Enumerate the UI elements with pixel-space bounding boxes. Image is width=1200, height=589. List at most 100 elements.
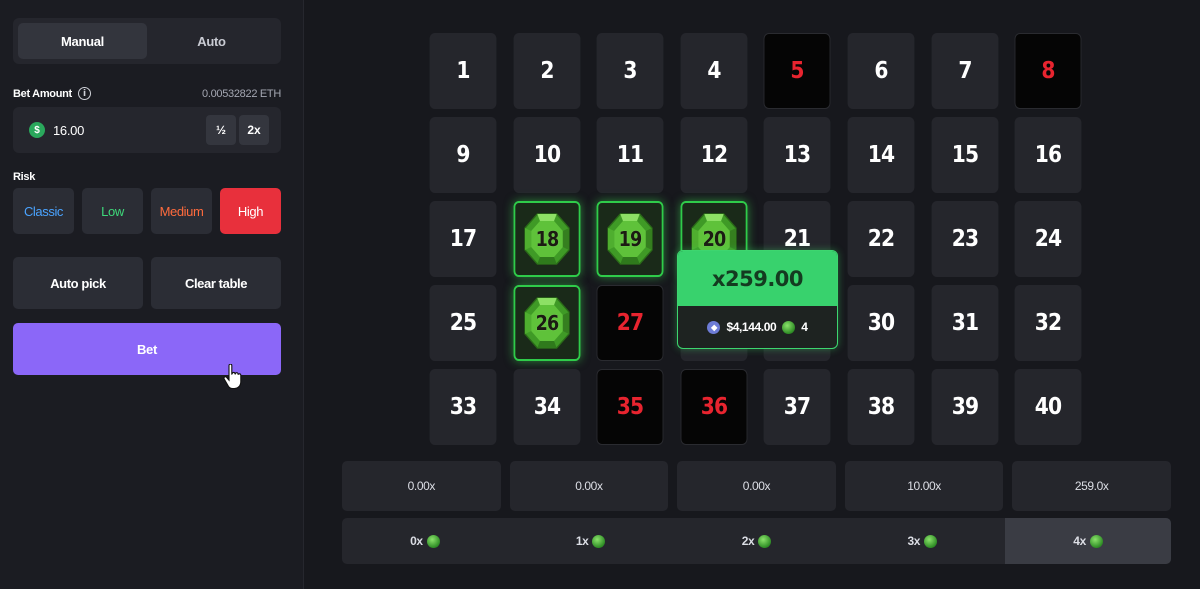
cell-number: 5 bbox=[790, 58, 805, 84]
hit-cell-1: 1x bbox=[508, 518, 674, 564]
gem-icon bbox=[592, 534, 606, 548]
board-cell-16[interactable]: 16 bbox=[1014, 117, 1082, 193]
board-cell-23[interactable]: 23 bbox=[931, 201, 999, 277]
cell-number: 32 bbox=[1034, 310, 1062, 336]
auto-pick-button[interactable]: Auto pick bbox=[13, 257, 143, 309]
board-cell-19[interactable]: 19 bbox=[596, 201, 664, 277]
eth-equivalent: 0.00532822 ETH bbox=[202, 87, 281, 100]
board-cell-33[interactable]: 33 bbox=[429, 369, 497, 445]
tooltip-details: ◆ $4,144.00 4 bbox=[678, 306, 837, 348]
board-cell-39[interactable]: 39 bbox=[931, 369, 999, 445]
clear-table-button[interactable]: Clear table bbox=[151, 257, 281, 309]
board-cell-35[interactable]: 35 bbox=[596, 369, 664, 445]
payout-table: 0.00x 0.00x 0.00x 10.00x 259.0x bbox=[342, 461, 1171, 511]
cell-number: 12 bbox=[700, 142, 728, 168]
hit-cell-4: 4x bbox=[1005, 518, 1171, 564]
half-bet-button[interactable]: ½ bbox=[206, 115, 236, 145]
cell-number: 4 bbox=[707, 58, 721, 84]
board-cell-27[interactable]: 27 bbox=[596, 285, 664, 361]
cell-number: 7 bbox=[957, 58, 972, 84]
board-cell-26[interactable]: 26 bbox=[513, 285, 581, 361]
board-cell-6[interactable]: 6 bbox=[847, 33, 915, 109]
risk-selector: Classic Low Medium High bbox=[13, 188, 281, 234]
board-cell-9[interactable]: 9 bbox=[429, 117, 497, 193]
payout-cell: 10.00x bbox=[844, 461, 1004, 511]
cell-number: 15 bbox=[951, 142, 978, 168]
board-cell-37[interactable]: 37 bbox=[763, 369, 831, 445]
bet-amount-value[interactable]: 16.00 bbox=[53, 123, 203, 138]
cell-number: 34 bbox=[533, 394, 560, 420]
board-cell-40[interactable]: 40 bbox=[1014, 369, 1082, 445]
gem-icon bbox=[758, 534, 772, 548]
board-cell-2[interactable]: 2 bbox=[513, 33, 581, 109]
double-bet-button[interactable]: 2x bbox=[239, 115, 269, 145]
board-cell-18[interactable]: 18 bbox=[513, 201, 581, 277]
cell-number: 13 bbox=[784, 142, 811, 168]
gem-icon bbox=[1089, 534, 1103, 548]
risk-classic-button[interactable]: Classic bbox=[13, 188, 74, 234]
cell-number: 26 bbox=[535, 311, 559, 335]
hit-label: 2x bbox=[741, 534, 755, 548]
board-cell-12[interactable]: 12 bbox=[680, 117, 748, 193]
board-cell-38[interactable]: 38 bbox=[847, 369, 915, 445]
cell-number: 1 bbox=[456, 58, 470, 84]
cell-number: 40 bbox=[1034, 394, 1062, 420]
board-cell-34[interactable]: 34 bbox=[513, 369, 581, 445]
board-cell-7[interactable]: 7 bbox=[931, 33, 999, 109]
payout-cell: 0.00x bbox=[342, 461, 501, 511]
cell-number: 20 bbox=[702, 227, 726, 251]
board-cell-22[interactable]: 22 bbox=[847, 201, 915, 277]
board-cell-15[interactable]: 15 bbox=[931, 117, 999, 193]
dollar-coin-icon: $ bbox=[29, 122, 45, 138]
bet-amount-input[interactable]: $ 16.00 ½ 2x bbox=[13, 107, 281, 153]
board-cell-11[interactable]: 11 bbox=[596, 117, 664, 193]
board-cell-13[interactable]: 13 bbox=[763, 117, 831, 193]
cell-number: 27 bbox=[616, 310, 644, 336]
cell-number: 23 bbox=[951, 226, 978, 252]
hits-table: 0x 1x 2x 3x 4x bbox=[342, 518, 1171, 564]
cell-number: 31 bbox=[951, 310, 978, 336]
emerald-gem-icon: 26 bbox=[523, 296, 571, 350]
tooltip-payout: $4,144.00 bbox=[726, 320, 777, 334]
cell-number: 6 bbox=[874, 58, 888, 84]
hit-label: 1x bbox=[575, 534, 589, 548]
board-cell-8[interactable]: 8 bbox=[1014, 33, 1082, 109]
emerald-gem-icon: 18 bbox=[523, 212, 571, 266]
board-cell-5[interactable]: 5 bbox=[763, 33, 831, 109]
board-cell-10[interactable]: 10 bbox=[513, 117, 581, 193]
cell-number: 8 bbox=[1041, 58, 1056, 84]
risk-medium-button[interactable]: Medium bbox=[151, 188, 212, 234]
cell-number: 14 bbox=[867, 142, 895, 168]
hand-cursor-icon bbox=[223, 364, 242, 390]
auto-tab[interactable]: Auto bbox=[147, 23, 276, 59]
board-cell-32[interactable]: 32 bbox=[1014, 285, 1082, 361]
hit-cell-3: 3x bbox=[839, 518, 1005, 564]
cell-number: 18 bbox=[535, 227, 559, 251]
hit-label: 0x bbox=[410, 534, 423, 548]
board-cell-1[interactable]: 1 bbox=[429, 33, 497, 109]
manual-tab[interactable]: Manual bbox=[18, 23, 147, 59]
bet-amount-label: Bet Amount i bbox=[13, 87, 91, 100]
board-cell-31[interactable]: 31 bbox=[931, 285, 999, 361]
board-cell-17[interactable]: 17 bbox=[429, 201, 497, 277]
cell-number: 25 bbox=[449, 310, 477, 336]
hit-cell-2: 2x bbox=[674, 518, 840, 564]
board-cell-14[interactable]: 14 bbox=[847, 117, 915, 193]
cell-number: 30 bbox=[867, 310, 895, 336]
keno-board: 1 2 3 4 5 6 7 8 9 10 11 12 13 14 15 16 17 18 19 20 21 22 23 24 2… bbox=[425, 33, 1089, 445]
board-cell-4[interactable]: 4 bbox=[680, 33, 748, 109]
mode-toggle: Manual Auto bbox=[13, 18, 281, 64]
cell-number: 24 bbox=[1034, 226, 1062, 252]
cell-number: 22 bbox=[867, 226, 895, 252]
board-cell-3[interactable]: 3 bbox=[596, 33, 664, 109]
board-cell-30[interactable]: 30 bbox=[847, 285, 915, 361]
risk-low-button[interactable]: Low bbox=[82, 188, 143, 234]
info-icon[interactable]: i bbox=[77, 87, 91, 100]
board-cell-36[interactable]: 36 bbox=[680, 369, 748, 445]
cell-number: 19 bbox=[618, 227, 643, 251]
cell-number: 36 bbox=[700, 394, 728, 420]
risk-high-button[interactable]: High bbox=[220, 188, 281, 234]
payout-tooltip: x259.00 ◆ $4,144.00 4 bbox=[677, 250, 838, 349]
board-cell-25[interactable]: 25 bbox=[429, 285, 497, 361]
board-cell-24[interactable]: 24 bbox=[1014, 201, 1082, 277]
